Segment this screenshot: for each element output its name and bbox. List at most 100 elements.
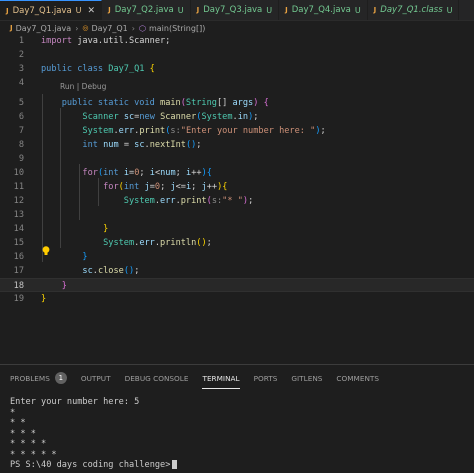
code-line[interactable]: 3 public class Day7_Q1 { [0, 62, 474, 76]
code-line[interactable]: 16 } [0, 250, 474, 264]
code-text: for(int j=0; j<=i; j++){ [41, 180, 227, 194]
panel-tab-gitlens[interactable]: GITLENS [291, 371, 322, 385]
terminal-text: * * * * [10, 439, 47, 449]
panel-tab-terminal[interactable]: TERMINAL [202, 371, 240, 389]
panel-tab-debug-console[interactable]: DEBUG CONSOLE [125, 371, 189, 385]
code-line[interactable]: 7 System.err.print(s:"Enter your number … [0, 124, 474, 138]
panel-tab-ports[interactable]: PORTS [254, 371, 278, 385]
code-line[interactable]: 13 [0, 208, 474, 222]
panel-tabs: PROBLEMS 1 OUTPUT DEBUG CONSOLE TERMINAL PORT… [10, 371, 393, 389]
code-line[interactable]: 19} [0, 292, 474, 306]
code-token: args [232, 98, 254, 108]
panel-tab-label: OUTPUT [80, 373, 111, 383]
tab-day7-q2-java[interactable]: J Day7_Q2.java U [102, 0, 191, 20]
code-token: ; [206, 238, 212, 248]
terminal-line: * * * [10, 429, 177, 440]
breadcrumb-method[interactable]: main(String[]) [149, 24, 205, 33]
line-number: 3 [18, 64, 24, 74]
code-line[interactable]: 14 } [0, 222, 474, 236]
code-line[interactable]: 15 System.err.println(); [0, 236, 474, 250]
code-token: s: [211, 196, 223, 206]
breadcrumb-file[interactable]: Day7_Q1.java [16, 24, 72, 33]
code-token: main [160, 98, 181, 108]
code-token: String [185, 98, 217, 108]
code-line[interactable]: 5 public static void main(String[] args)… [0, 96, 474, 110]
terminal-text: * * * [10, 428, 36, 439]
panel-tab-output[interactable]: OUTPUT [81, 371, 111, 385]
line-number: 6 [18, 112, 24, 122]
terminal-line: PS S:\40 days coding challenge> [10, 460, 178, 471]
code-token: int [103, 168, 124, 178]
code-token: "Enter your number here: " [180, 126, 316, 136]
editor-tab-bar: J Day7_Q1.java U ✕ J Day7_Q2.java U J Day7_Q3.ja… [0, 0, 474, 21]
code-line[interactable]: 4 [0, 76, 474, 90]
code-text: import java.util.Scanner; [41, 34, 170, 48]
code-line[interactable]: 1 import java.util.Scanner; [0, 34, 474, 48]
panel-tab-label: COMMENTS [336, 373, 379, 383]
code-line[interactable]: 8 int num = sc.nextInt(); [0, 138, 474, 152]
breadcrumb: J Day7_Q1.java › ◎ Day7_Q1 › ⬡ main(Stri… [0, 21, 474, 35]
code-token: err [160, 196, 176, 206]
terminal-line: * * * * * [10, 450, 177, 461]
code-token: { [222, 182, 228, 192]
panel-tab-label: PROBLEMS [10, 373, 50, 383]
code-token: ; [160, 182, 171, 192]
line-number: 8 [18, 140, 24, 150]
code-token: } [41, 294, 47, 304]
lightbulb-icon[interactable] [42, 246, 50, 256]
line-number: 9 [18, 154, 24, 164]
breadcrumb-class[interactable]: Day7_Q1 [92, 24, 128, 33]
code-line[interactable]: 10 for(int i=0; i<num; i++){ [0, 166, 474, 180]
code-token: } [103, 224, 109, 234]
code-token: for [82, 168, 98, 178]
code-editor[interactable]: Run | Debug 1 import java.util.Scanner; 2 3… [0, 34, 474, 364]
tab-day7-q1-java[interactable]: J Day7_Q1.java U ✕ [0, 0, 103, 20]
code-line[interactable]: 18 } [0, 278, 474, 292]
panel-tab-label: DEBUG CONSOLE [124, 373, 189, 383]
line-number: 18 [13, 281, 24, 291]
git-status-badge: U [354, 5, 361, 15]
panel-tab-problems[interactable]: PROBLEMS 1 [10, 371, 67, 385]
tab-label: Day7_Q1.class [380, 5, 443, 15]
code-line[interactable]: 2 [0, 48, 474, 62]
tab-day7-q1-class[interactable]: J Day7_Q1.class U [368, 0, 460, 20]
terminal-output[interactable]: Enter your number here: 5 * * * * * * * * * … [10, 397, 178, 471]
panel-tab-comments[interactable]: COMMENTS [336, 371, 379, 385]
code-token: nextInt [149, 140, 186, 150]
code-token: Day7_Q1 [108, 64, 150, 74]
code-token: <= [175, 182, 186, 192]
code-line[interactable]: 6 Scanner sc=new Scanner(System.in); [0, 110, 474, 124]
code-line[interactable]: 11 for(int j=0; j<=i; j++){ [0, 180, 474, 194]
line-number: 4 [18, 78, 24, 88]
terminal-line: * * * * [10, 439, 177, 450]
code-token: ; [175, 168, 187, 178]
code-text: } [41, 279, 67, 293]
line-number: 13 [13, 210, 24, 220]
code-token: import [41, 36, 78, 46]
code-token: () [123, 266, 135, 276]
code-token: int [82, 140, 104, 150]
close-icon[interactable]: ✕ [88, 6, 96, 16]
tab-day7-q3-java[interactable]: J Day7_Q3.java U [191, 0, 280, 20]
code-token: ++ [191, 168, 202, 178]
code-token: public static void [61, 98, 161, 108]
code-token: ; [134, 266, 140, 276]
code-line[interactable]: 9 [0, 152, 474, 166]
terminal-text: * * * * * [10, 449, 57, 460]
code-text: } [41, 292, 46, 306]
code-text: Scanner sc=new Scanner(System.in); [41, 110, 258, 124]
code-line[interactable]: 17 sc.close(); [0, 264, 474, 278]
tab-day7-q4-java[interactable]: J Day7_Q4.java U [279, 0, 368, 20]
git-status-badge: U [177, 5, 184, 15]
panel-tab-label: TERMINAL [202, 373, 240, 383]
code-line[interactable]: 12 System.err.print(s:"* "); [0, 194, 474, 208]
code-token: "* " [222, 196, 243, 206]
code-token: ; [139, 168, 150, 178]
code-token: public class [41, 64, 109, 74]
code-token: println [160, 238, 197, 248]
code-token: { [149, 64, 155, 74]
